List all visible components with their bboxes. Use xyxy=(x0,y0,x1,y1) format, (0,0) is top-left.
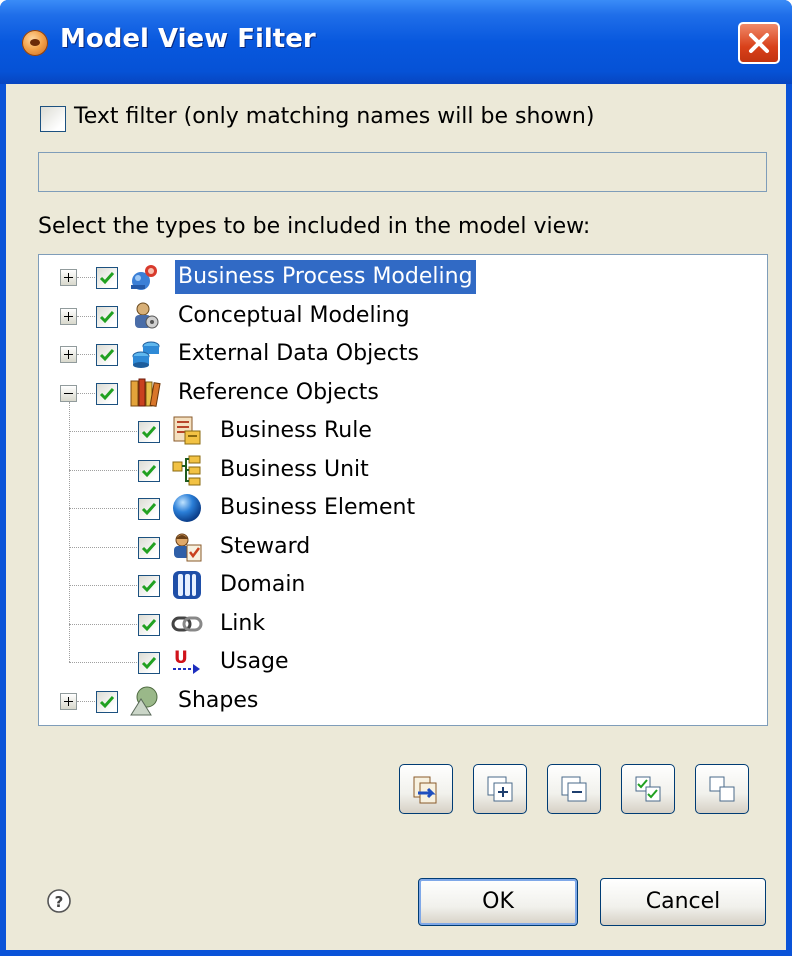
type-checkbox[interactable] xyxy=(96,344,118,366)
conceptual-modeling-icon xyxy=(129,300,161,332)
tree-node-label[interactable]: Steward xyxy=(217,530,313,564)
cancel-button[interactable]: Cancel xyxy=(600,878,766,926)
tree-connector xyxy=(69,546,137,548)
deselect-all-button[interactable] xyxy=(695,764,749,814)
tree-row[interactable]: Business Element xyxy=(39,491,759,527)
help-icon[interactable]: ? xyxy=(46,888,72,914)
usage-icon: U xyxy=(171,646,203,678)
ok-button[interactable]: OK xyxy=(418,878,578,926)
tree-row[interactable]: Business Unit xyxy=(39,453,759,489)
reference-objects-icon xyxy=(129,377,161,409)
tree-row[interactable]: Conceptual Modeling xyxy=(39,299,759,335)
expand-toggle[interactable] xyxy=(60,269,77,286)
type-checkbox[interactable] xyxy=(138,652,160,674)
tree-row[interactable]: External Data Objects xyxy=(39,337,759,373)
tree-connector xyxy=(69,623,137,625)
sync-selection-button[interactable] xyxy=(399,764,453,814)
tree-connector xyxy=(77,277,95,278)
expand-toggle[interactable] xyxy=(60,346,77,363)
tree-node-label[interactable]: Business Process Modeling xyxy=(175,260,476,294)
tree-row[interactable]: U Usage xyxy=(39,645,759,681)
title-bar[interactable]: Model View Filter xyxy=(0,0,792,84)
domain-icon xyxy=(171,569,203,601)
tree-connector xyxy=(77,700,95,702)
types-instruction-label: Select the types to be included in the m… xyxy=(38,214,591,239)
expand-toggle[interactable] xyxy=(60,692,77,710)
tree-node-label[interactable]: Domain xyxy=(217,568,308,602)
tree-row[interactable]: Business Rule xyxy=(39,414,759,450)
expand-all-button[interactable] xyxy=(473,764,527,814)
tree-connector xyxy=(69,469,137,471)
tree-node-label[interactable]: Shapes xyxy=(175,684,261,718)
business-element-icon xyxy=(171,492,203,524)
business-unit-icon xyxy=(171,454,203,486)
type-checkbox[interactable] xyxy=(96,305,118,328)
tree-node-label[interactable]: Business Unit xyxy=(217,453,372,487)
tree-connector xyxy=(69,662,137,663)
tree-row[interactable]: Business Process Modeling xyxy=(39,260,759,296)
external-data-objects-icon xyxy=(129,338,161,370)
tree-node-label[interactable]: Conceptual Modeling xyxy=(175,299,413,333)
tree-row[interactable]: Link xyxy=(39,607,759,643)
tree-connector xyxy=(69,585,137,586)
steward-icon xyxy=(171,531,203,563)
tree-row[interactable]: Reference Objects xyxy=(39,376,759,412)
tree-connector xyxy=(77,315,95,317)
tree-node-label[interactable]: External Data Objects xyxy=(175,337,422,371)
tree-node-label[interactable]: Usage xyxy=(217,645,292,679)
type-checkbox[interactable] xyxy=(138,613,160,636)
tree-connector xyxy=(69,508,137,509)
tree-row[interactable]: Domain xyxy=(39,568,759,604)
text-filter-input[interactable] xyxy=(38,152,767,192)
text-filter-label[interactable]: Text filter (only matching names will be… xyxy=(74,104,594,129)
svg-text:U: U xyxy=(174,648,188,668)
dialog-title: Model View Filter xyxy=(60,24,316,54)
text-filter-checkbox[interactable] xyxy=(40,106,66,132)
select-all-button[interactable] xyxy=(621,764,675,814)
tree-row[interactable]: Steward xyxy=(39,530,759,566)
tree-node-label[interactable]: Business Rule xyxy=(217,414,375,448)
dialog-body: Text filter (only matching names will be… xyxy=(6,84,786,950)
collapse-all-button[interactable] xyxy=(547,764,601,814)
tree-connector xyxy=(77,354,95,355)
tree-connector xyxy=(77,392,95,394)
tree-connector xyxy=(69,431,137,432)
type-checkbox[interactable] xyxy=(138,459,160,482)
tree-node-label[interactable]: Business Element xyxy=(217,491,418,525)
tree-connector xyxy=(69,401,70,662)
svg-text:?: ? xyxy=(55,893,64,911)
type-checkbox[interactable] xyxy=(138,421,160,443)
type-tree[interactable]: Business Process Modeling Conceptual Mode… xyxy=(38,254,768,726)
close-button[interactable] xyxy=(738,22,780,64)
type-checkbox[interactable] xyxy=(138,498,160,520)
type-checkbox[interactable] xyxy=(96,382,118,405)
type-checkbox[interactable] xyxy=(96,690,118,713)
collapse-toggle[interactable] xyxy=(60,384,77,402)
type-checkbox[interactable] xyxy=(138,536,160,559)
expand-toggle[interactable] xyxy=(60,307,77,325)
type-checkbox[interactable] xyxy=(138,575,160,597)
link-icon xyxy=(171,608,203,640)
business-process-modeling-icon xyxy=(129,261,161,293)
close-icon xyxy=(749,33,769,53)
type-checkbox[interactable] xyxy=(96,267,118,289)
tree-row[interactable]: Shapes xyxy=(39,684,759,720)
app-icon xyxy=(22,30,48,56)
tree-node-label[interactable]: Reference Objects xyxy=(175,376,382,410)
business-rule-icon xyxy=(171,415,203,447)
dialog-window: Model View Filter Text filter (only matc… xyxy=(0,0,792,956)
shapes-icon xyxy=(129,685,161,717)
tree-node-label[interactable]: Link xyxy=(217,607,268,641)
